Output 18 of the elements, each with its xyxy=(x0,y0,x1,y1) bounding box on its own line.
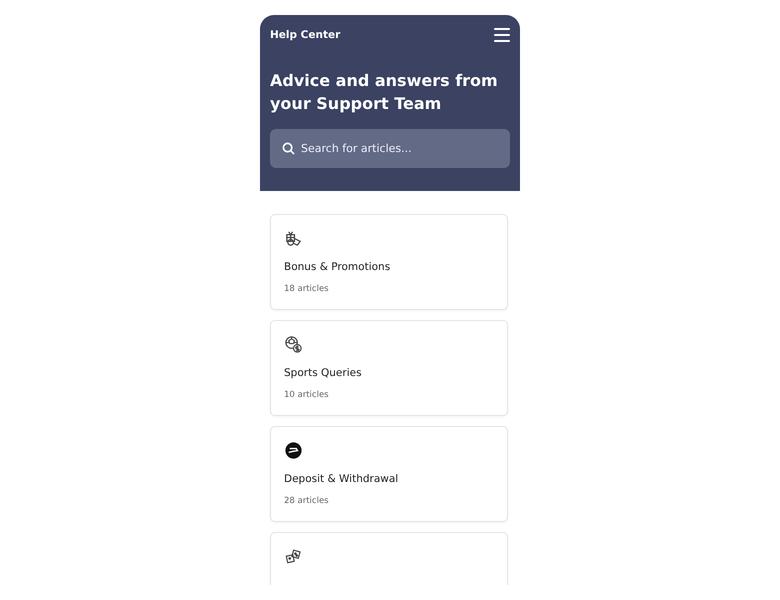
category-card[interactable]: Sports Queries 10 articles xyxy=(270,320,508,416)
site-title[interactable]: Help Center xyxy=(270,29,340,41)
article-count: 18 articles xyxy=(284,284,330,294)
dice-icon xyxy=(284,547,303,566)
article-count: 28 articles xyxy=(284,496,330,506)
category-card[interactable]: Bonus & Promotions 18 articles xyxy=(270,214,508,310)
money-hand-icon xyxy=(284,441,303,460)
category-card[interactable]: Deposit & Withdrawal 28 articles xyxy=(270,426,508,522)
headline: Advice and answers from your Support Team xyxy=(270,70,499,115)
search-field[interactable]: Search for articles... xyxy=(270,129,510,168)
menu-icon[interactable] xyxy=(494,28,510,42)
ball-and-coin-icon xyxy=(284,335,303,354)
category-title: Sports Queries xyxy=(284,367,363,379)
category-title: Deposit & Withdrawal xyxy=(284,473,400,485)
category-title: Bonus & Promotions xyxy=(284,261,392,273)
gift-icon xyxy=(284,229,303,248)
article-count: 10 articles xyxy=(284,390,330,400)
search-icon xyxy=(282,142,295,155)
